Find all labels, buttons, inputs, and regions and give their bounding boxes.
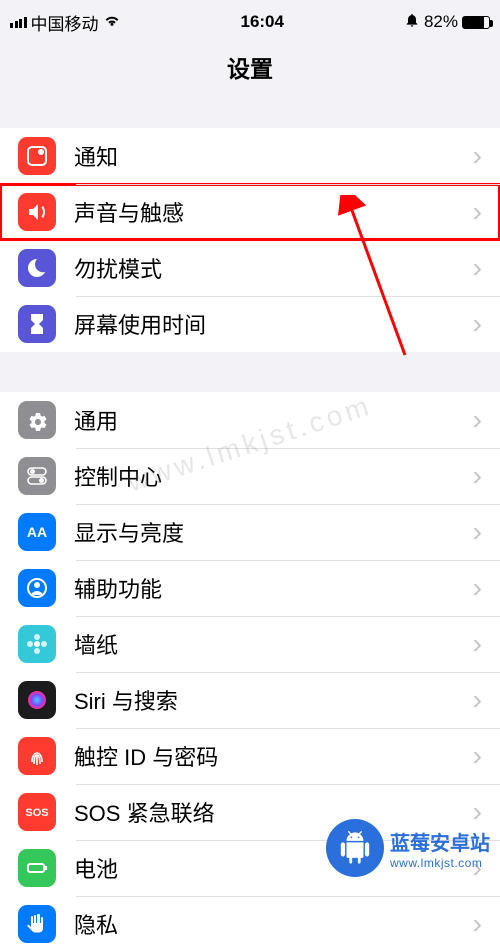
flower-icon (18, 625, 56, 663)
moon-icon (18, 249, 56, 287)
battery-icon (462, 16, 490, 29)
carrier-label: 中国移动 (31, 10, 99, 35)
bell-icon (18, 137, 56, 175)
chevron-right-icon: › (473, 140, 482, 172)
settings-row-label: 显示与亮度 (74, 516, 473, 548)
svg-text:AA: AA (27, 524, 47, 540)
switches-icon (18, 457, 56, 495)
settings-row-accessibility[interactable]: 辅助功能 › (0, 560, 500, 616)
chevron-right-icon: › (473, 460, 482, 492)
chevron-right-icon: › (473, 628, 482, 660)
settings-row-label: 屏幕使用时间 (74, 308, 473, 340)
settings-row-privacy[interactable]: 隐私 › (0, 896, 500, 952)
settings-row-label: 隐私 (74, 908, 473, 940)
settings-row-touchid[interactable]: 触控 ID 与密码 › (0, 728, 500, 784)
settings-row-label: 勿扰模式 (74, 252, 473, 284)
page-title: 设置 (0, 44, 500, 98)
settings-row-label: 辅助功能 (74, 572, 473, 604)
speaker-icon (18, 193, 56, 231)
chevron-right-icon: › (473, 196, 482, 228)
settings-row-controlcenter[interactable]: 控制中心 › (0, 448, 500, 504)
settings-row-label: 墙纸 (74, 628, 473, 660)
settings-row-label: Siri 与搜索 (74, 684, 473, 716)
settings-row-siri[interactable]: Siri 与搜索 › (0, 672, 500, 728)
settings-row-wallpaper[interactable]: 墙纸 › (0, 616, 500, 672)
aa-icon: AA (18, 513, 56, 551)
watermark-icon (326, 819, 384, 877)
sos-icon: SOS (18, 793, 56, 831)
battery-percent: 82% (424, 12, 458, 32)
settings-row-sounds[interactable]: 声音与触感 › (0, 184, 500, 240)
watermark-url: www.lmkjst.com (390, 856, 490, 870)
settings-row-general[interactable]: 通用 › (0, 392, 500, 448)
signal-icon (10, 17, 27, 28)
status-left: 中国移动 (10, 10, 121, 35)
settings-row-label: 触控 ID 与密码 (74, 740, 473, 772)
person-icon (18, 569, 56, 607)
settings-row-screentime[interactable]: 屏幕使用时间 › (0, 296, 500, 352)
siri-icon (18, 681, 56, 719)
chevron-right-icon: › (473, 308, 482, 340)
status-right: 82% (404, 12, 490, 33)
svg-text:SOS: SOS (25, 807, 48, 819)
settings-row-label: 声音与触感 (74, 196, 473, 228)
gear-icon (18, 401, 56, 439)
settings-row-label: 通用 (74, 404, 473, 436)
watermark-logo: 蓝莓安卓站 www.lmkjst.com (326, 819, 490, 877)
chevron-right-icon: › (473, 908, 482, 940)
fingerprint-icon (18, 737, 56, 775)
chevron-right-icon: › (473, 404, 482, 436)
watermark-brand: 蓝莓安卓站 (390, 827, 490, 856)
settings-row-label: 通知 (74, 140, 473, 172)
settings-row-label: 控制中心 (74, 460, 473, 492)
chevron-right-icon: › (473, 516, 482, 548)
chevron-right-icon: › (473, 252, 482, 284)
chevron-right-icon: › (473, 684, 482, 716)
settings-group: 通知 › 声音与触感 › 勿扰模式 › 屏幕使用时间 › (0, 128, 500, 352)
time-label: 16:04 (240, 12, 283, 32)
status-bar: 中国移动 16:04 82% (0, 0, 500, 44)
battery-icon (18, 849, 56, 887)
hourglass-icon (18, 305, 56, 343)
hand-icon (18, 905, 56, 943)
settings-row-display[interactable]: AA 显示与亮度 › (0, 504, 500, 560)
settings-row-notifications[interactable]: 通知 › (0, 128, 500, 184)
wifi-icon (103, 12, 121, 32)
chevron-right-icon: › (473, 572, 482, 604)
alarm-icon (404, 12, 420, 33)
settings-row-dnd[interactable]: 勿扰模式 › (0, 240, 500, 296)
chevron-right-icon: › (473, 740, 482, 772)
